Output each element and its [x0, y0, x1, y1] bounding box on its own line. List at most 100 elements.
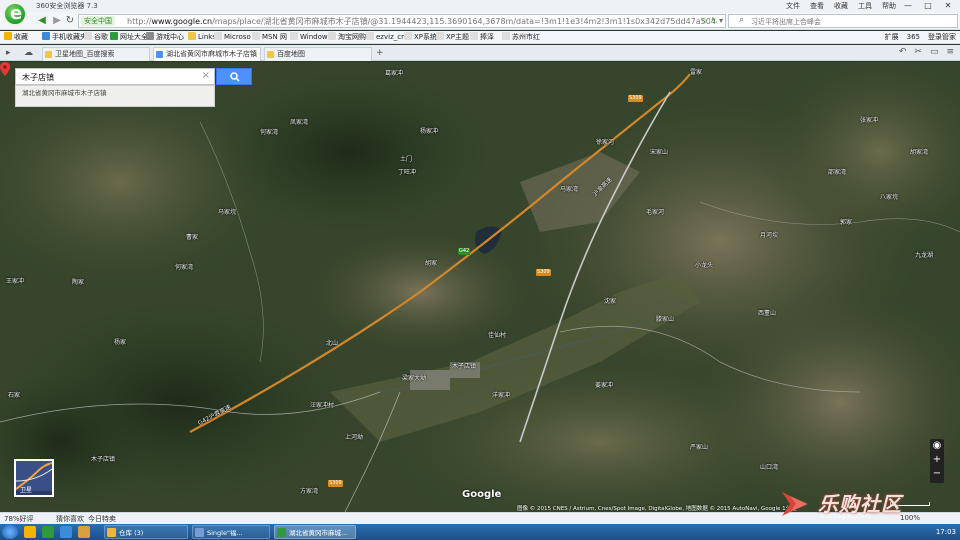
zoom-in-button[interactable]: + — [930, 453, 944, 467]
bookmark-pengze[interactable]: 捧泽 — [470, 32, 494, 42]
explorer-icon[interactable] — [78, 526, 90, 538]
bookmark-suzhou[interactable]: 苏州市红 — [502, 32, 540, 42]
url-text[interactable]: http://www.google.cn/maps/place/湖北省黄冈市麻城… — [127, 16, 717, 27]
bookmark-microsoft[interactable]: Microso — [214, 32, 251, 42]
task-label: 湖北省黄冈市麻城... — [289, 529, 348, 537]
map-label: 佳仙村 — [488, 332, 507, 339]
map-label: 八家垸 — [880, 194, 899, 201]
map-label: 毛家河 — [646, 209, 665, 216]
map-search-button[interactable] — [216, 68, 252, 85]
app-name: 360安全浏览器 7.3 — [36, 2, 98, 10]
bookmark-google[interactable]: 谷歌 — [84, 32, 108, 42]
bookmark-label: Window — [300, 33, 328, 41]
map-label: 张家冲 — [860, 117, 879, 124]
menu-icon[interactable]: ≡ — [946, 47, 954, 57]
task-browser[interactable]: 湖北省黄冈市麻城... — [274, 525, 356, 539]
address-bar[interactable]: 安全中国 http://www.google.cn/maps/place/湖北省… — [78, 14, 726, 28]
refresh-icon[interactable]: ↻ — [64, 15, 76, 27]
map-type-label: 卫星 — [20, 487, 33, 494]
restore-icon[interactable]: ▭ — [930, 47, 939, 57]
address-row: ◀ ▶ ↻ 安全中国 http://www.google.cn/maps/pla… — [0, 12, 960, 30]
clear-search-icon[interactable]: × — [202, 70, 210, 81]
map-type-toggle[interactable]: 卫星 — [14, 459, 54, 497]
page-icon — [214, 32, 222, 40]
dropdown-icon[interactable]: ▾ — [719, 16, 723, 25]
map-label: 月河坎 — [760, 232, 779, 239]
zoom-out-button[interactable]: − — [930, 467, 944, 481]
security-badge[interactable]: 安全中国 — [81, 16, 115, 26]
browser-icon — [277, 528, 286, 537]
minimize-icon[interactable]: — — [898, 0, 918, 12]
menu-favorites[interactable]: 收藏 — [834, 1, 848, 11]
task-single[interactable]: Single"福... — [192, 525, 270, 539]
map-label: 郭家 — [840, 219, 853, 226]
folder-icon[interactable] — [24, 526, 36, 538]
tab-tools: ↶ ✂ ▭ ≡ — [899, 47, 954, 57]
bookmarks-bar: 收藏 手机收藏夹 谷歌 网址大全 游戏中心 Links Microso MSN … — [0, 31, 960, 44]
forward-icon[interactable]: ▶ — [51, 15, 63, 27]
undo-icon[interactable]: ↶ — [899, 47, 907, 57]
road-badge: G42 — [458, 248, 471, 255]
bookmark-taobao[interactable]: 淘宝网购 — [328, 32, 366, 42]
map-search-input[interactable] — [22, 71, 192, 83]
address-icons: ☆ ϟ ▾ — [701, 16, 723, 25]
tab-baidu-search[interactable]: 卫星地图_百度搜索 — [42, 47, 150, 61]
menu-help[interactable]: 帮助 — [882, 1, 896, 11]
screenshot-icon[interactable]: ✂ — [914, 47, 922, 57]
search-box[interactable]: ⌕ — [728, 14, 958, 28]
bookmark-favorites[interactable]: 收藏 — [4, 32, 28, 42]
bookmark-hao[interactable]: 网址大全 — [110, 32, 148, 42]
close-tab-icon[interactable]: ✕ — [251, 48, 257, 61]
bookmark-ezviz[interactable]: ezviz_cn — [366, 32, 406, 42]
bookmark-label: 捧泽 — [480, 33, 494, 41]
locate-icon[interactable]: ◉ — [930, 439, 944, 453]
status-deals[interactable]: 今日特卖 — [88, 514, 116, 524]
place-label[interactable]: 木子店镇 — [452, 361, 476, 370]
status-rating[interactable]: 78%好评 — [4, 514, 34, 524]
login-manager-button[interactable]: 登录管家 — [928, 32, 956, 42]
window-controls: — □ ✕ — [898, 0, 958, 12]
status-recommend[interactable]: 猜你喜欢 — [56, 514, 84, 524]
tab-baidu-map[interactable]: 百度地图 — [264, 47, 372, 61]
bookmark-xp-theme[interactable]: XP主题 — [436, 32, 469, 42]
maximize-icon[interactable]: □ — [918, 0, 938, 12]
menu-view[interactable]: 查看 — [810, 1, 824, 11]
search-input[interactable] — [751, 16, 941, 27]
tab-google-maps[interactable]: 湖北省黄冈市麻城市木子店镇 - ✕ — [153, 47, 261, 61]
map-label: 北山 — [326, 340, 339, 347]
road-badge: S309 — [536, 269, 551, 276]
bookmark-windows[interactable]: Window — [290, 32, 328, 42]
bookmark-xp-system[interactable]: XP系统 — [404, 32, 437, 42]
watermark-logo-icon — [782, 492, 808, 516]
bookmark-label: XP主题 — [446, 33, 470, 41]
system-clock[interactable]: 17:03 — [936, 524, 956, 540]
menu-tools[interactable]: 工具 — [858, 1, 872, 11]
ie-icon[interactable] — [60, 526, 72, 538]
bookmark-mobile[interactable]: 手机收藏夹 — [42, 32, 87, 42]
close-icon[interactable]: ✕ — [938, 0, 958, 12]
new-tab-icon[interactable]: + — [376, 47, 384, 59]
bookmark-msn[interactable]: MSN 网 — [252, 32, 287, 42]
map-label: 汪家冲村 — [310, 402, 335, 409]
gamepad-icon — [146, 32, 154, 40]
map-label: 何家湾 — [260, 129, 279, 136]
star-icon — [4, 32, 12, 40]
favorite-star-icon[interactable]: ☆ — [701, 16, 708, 25]
browser-icon[interactable] — [42, 526, 54, 538]
search-icon[interactable]: ⌕ — [739, 15, 744, 25]
search-suggestion[interactable]: 湖北省黄冈市麻城市木子店镇 — [15, 85, 215, 107]
back-icon[interactable]: ◀ — [36, 15, 48, 27]
location-pin-icon[interactable] — [0, 62, 10, 76]
cloud-icon[interactable]: ☁ — [24, 47, 33, 59]
map-viewport[interactable]: 葛家冲 凤家湾 何家湾 土门 丁旺冲 马家垸 曹家 何家湾 王家冲 陶家 杨家 … — [0, 62, 960, 512]
extensions-button[interactable]: 扩展 — [885, 32, 899, 42]
sidebar-toggle-icon[interactable]: ▸ — [6, 47, 11, 59]
bookmark-links[interactable]: Links — [188, 32, 216, 42]
safe-360-button[interactable]: 365 — [907, 32, 920, 42]
task-folder[interactable]: 仓库 (3) — [104, 525, 188, 539]
bookmark-label: 网址大全 — [120, 33, 148, 41]
menu-file[interactable]: 文件 — [786, 1, 800, 11]
bookmark-games[interactable]: 游戏中心 — [146, 32, 184, 42]
start-button[interactable] — [2, 525, 18, 539]
lightning-icon[interactable]: ϟ — [711, 16, 716, 25]
